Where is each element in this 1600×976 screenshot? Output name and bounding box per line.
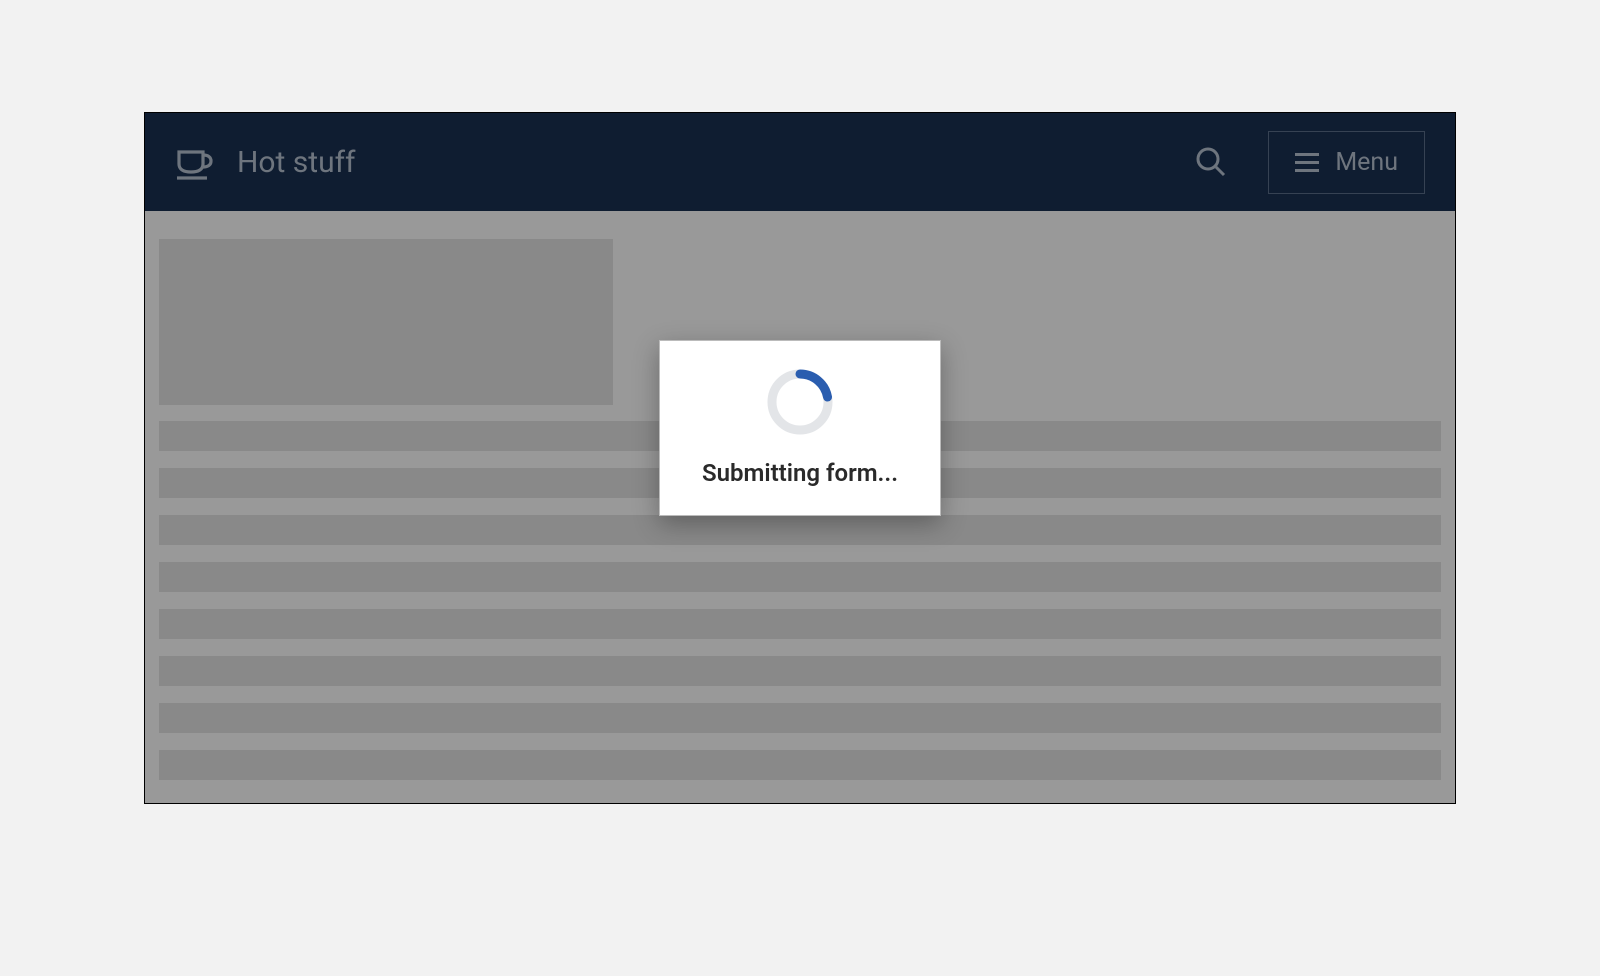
app-window: Hot stuff Menu — [144, 112, 1456, 804]
loading-modal: Submitting form... — [659, 340, 941, 516]
modal-overlay: Submitting form... — [145, 113, 1455, 803]
loading-message: Submitting form... — [702, 459, 898, 487]
spinner-icon — [765, 367, 835, 437]
